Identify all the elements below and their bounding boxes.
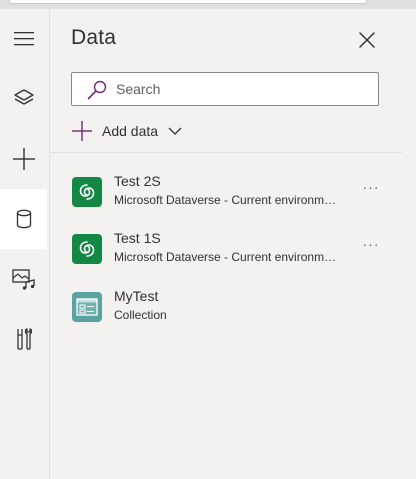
- divider: [50, 152, 402, 153]
- app-window: Data Add data: [0, 0, 416, 479]
- chevron-down-icon: [168, 127, 182, 135]
- left-rail: [0, 9, 49, 479]
- database-icon: [16, 209, 31, 229]
- plus-icon: [12, 148, 35, 170]
- rail-item-menu[interactable]: [0, 9, 47, 69]
- more-options-button[interactable]: ···: [360, 179, 382, 195]
- layers-icon: [13, 89, 34, 105]
- data-source-name: MyTest: [114, 288, 159, 304]
- search-input[interactable]: [116, 73, 371, 105]
- more-options-button[interactable]: ···: [360, 236, 382, 252]
- top-bar: [0, 0, 416, 9]
- data-source-item[interactable]: Test 2S Microsoft Dataverse - Current en…: [50, 170, 402, 220]
- data-panel: Data Add data: [49, 9, 403, 479]
- search-icon: [87, 80, 107, 100]
- media-icon: [11, 269, 35, 290]
- collection-icon: [72, 292, 102, 322]
- add-data-label: Add data: [102, 123, 159, 139]
- panel-title: Data: [71, 26, 117, 49]
- data-source-type: Microsoft Dataverse - Current environmen…: [114, 250, 340, 264]
- rail-item-data[interactable]: [0, 189, 47, 249]
- rail-item-tree-view[interactable]: [0, 69, 47, 129]
- dataverse-icon: [72, 234, 102, 264]
- data-source-name: Test 1S: [114, 230, 161, 246]
- tools-icon: [16, 328, 32, 350]
- close-icon: [359, 32, 375, 48]
- dataverse-icon: [72, 177, 102, 207]
- data-source-type: Collection: [114, 308, 167, 322]
- add-data-button[interactable]: Add data: [72, 119, 182, 143]
- data-source-name: Test 2S: [114, 173, 161, 189]
- hamburger-icon: [13, 32, 34, 46]
- data-source-type: Microsoft Dataverse - Current environmen…: [114, 193, 340, 207]
- data-source-item[interactable]: MyTest Collection: [50, 285, 402, 335]
- rail-item-tools[interactable]: [0, 309, 47, 369]
- rail-item-insert[interactable]: [0, 129, 47, 189]
- rail-item-media[interactable]: [0, 249, 47, 309]
- plus-icon: [72, 121, 92, 141]
- right-gutter: [402, 9, 416, 479]
- search-box[interactable]: [71, 72, 379, 106]
- top-bar-input[interactable]: [9, 0, 367, 4]
- data-source-item[interactable]: Test 1S Microsoft Dataverse - Current en…: [50, 227, 402, 277]
- close-button[interactable]: [356, 29, 378, 51]
